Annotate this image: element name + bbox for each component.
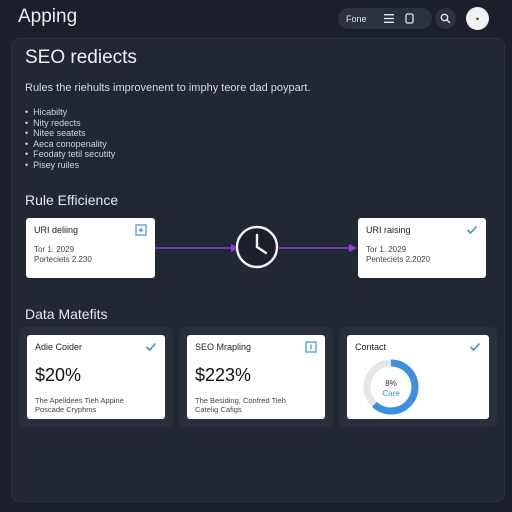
list-item: Feodaty tetil secutity — [25, 149, 115, 160]
metric-card[interactable]: SEO Mrapling $223% The Besiding, Confred… — [187, 335, 325, 419]
metric-desc-line1: The Besiding, Confred Tieh — [195, 396, 286, 405]
list-item: Nity redects — [25, 118, 115, 129]
page-description: Rules the riehults improvenent to imphy … — [25, 82, 311, 94]
avatar[interactable]: • — [466, 7, 489, 30]
list-item: Pisey ruiles — [25, 160, 115, 171]
metric-desc-line1: The Apelidees Tieh Appine — [35, 396, 124, 405]
top-actions-group: Fone — [338, 8, 432, 29]
metric-card-title: Adie Coider — [35, 342, 83, 352]
gauge-label: Care — [382, 389, 400, 398]
list-item: Hicabilty — [25, 107, 115, 118]
rule-right-card-line1: Tor 1. 2029 — [366, 245, 407, 254]
check-icon — [466, 225, 478, 235]
feature-list: Hicabilty Nity redects Nitee seatets Aec… — [25, 107, 115, 170]
main-panel: SEO rediects Rules the riehults improven… — [11, 38, 505, 502]
rule-left-card-line1: Tor 1. 2029 — [34, 245, 75, 254]
check-icon — [145, 342, 157, 352]
search-button[interactable] — [435, 8, 456, 29]
list-item: Aeca conopenality — [25, 139, 115, 150]
rule-right-card-title: URI raising — [366, 225, 411, 235]
page-title: SEO rediects — [25, 47, 137, 68]
metric-desc-line2: Catelig Cafigs — [195, 405, 242, 414]
metric-desc-line2: Poscade Cryphms — [35, 405, 97, 414]
check-icon — [469, 342, 481, 352]
avatar-label: • — [475, 13, 480, 24]
metric-card[interactable]: Adie Coider $20% The Apelidees Tieh Appi… — [27, 335, 165, 419]
rule-right-card-line2: Penteciets 2.2020 — [366, 255, 431, 264]
rule-left-card[interactable]: URI deliing Tor 1. 2029 Porteciets 2.230 — [26, 218, 155, 278]
contact-gauge: 8% Care — [363, 359, 419, 415]
gauge-value: 8% — [385, 379, 397, 388]
app-title: Apping — [18, 6, 78, 27]
top-bar: Apping Fone • — [0, 0, 512, 38]
top-action-label[interactable]: Fone — [346, 14, 378, 24]
metrics-section-title: Data Matefits — [25, 306, 108, 322]
rule-left-card-line2: Porteciets 2.230 — [34, 255, 92, 264]
menu-icon[interactable] — [378, 8, 399, 29]
metric-card-wrapper: SEO Mrapling $223% The Besiding, Confred… — [179, 327, 333, 427]
info-icon — [135, 224, 147, 236]
clock-icon — [235, 225, 279, 269]
document-icon[interactable] — [399, 8, 420, 29]
metric-value: $20% — [35, 365, 82, 385]
list-item: Nitee seatets — [25, 128, 115, 139]
metric-card-contact[interactable]: Contact 8% Care — [347, 335, 489, 419]
search-icon — [440, 13, 451, 24]
rule-right-card[interactable]: URI raising Tor 1. 2029 Penteciets 2.202… — [358, 218, 486, 278]
rule-left-card-title: URI deliing — [34, 225, 79, 235]
info-icon — [305, 341, 317, 353]
metric-card-wrapper: Adie Coider $20% The Apelidees Tieh Appi… — [19, 327, 173, 427]
metric-card-title: SEO Mrapling — [195, 342, 252, 352]
metric-value: $223% — [195, 365, 252, 385]
metric-card-wrapper: Contact 8% Care — [339, 327, 497, 427]
metric-card-title: Contact — [355, 342, 387, 352]
rule-section-title: Rule Efficience — [25, 192, 119, 208]
